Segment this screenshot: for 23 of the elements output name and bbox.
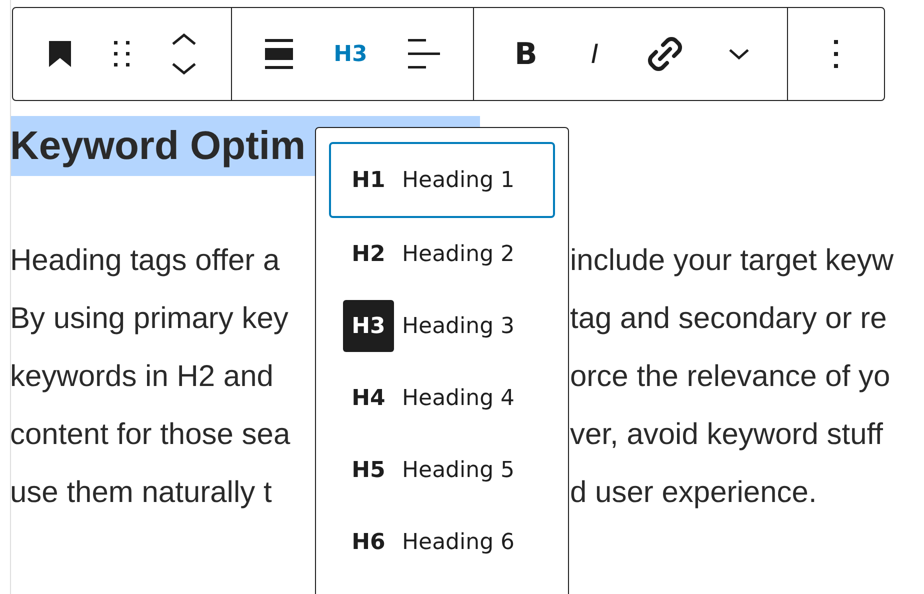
- move-up-down-icon[interactable]: [171, 32, 197, 76]
- paragraph-text: By using primary key: [10, 302, 288, 335]
- paragraph-text: use them naturally t: [10, 476, 272, 509]
- italic-button[interactable]: I: [586, 34, 602, 74]
- chevron-down-icon[interactable]: [728, 47, 750, 61]
- paragraph-text: tag and secondary or re: [570, 301, 887, 337]
- heading-text: Keyword Optim: [10, 124, 306, 168]
- link-icon[interactable]: [647, 36, 684, 72]
- align-left-icon[interactable]: [407, 38, 442, 70]
- heading-level-button[interactable]: H3: [330, 38, 372, 70]
- paragraph-text: content for those sea: [10, 418, 290, 451]
- paragraph-text: d user experience.: [570, 475, 817, 511]
- paragraph-text: orce the relevance of yo: [570, 359, 890, 395]
- paragraph-text: keywords in H2 and: [10, 360, 274, 393]
- paragraph-text: ver, avoid keyword stuff: [570, 417, 883, 453]
- heading-menu-item[interactable]: H1 Heading 1: [329, 142, 555, 218]
- paragraph-text: include your target keyw: [570, 243, 894, 279]
- drag-handle-icon[interactable]: [113, 40, 131, 68]
- full-width-align-icon[interactable]: [264, 38, 294, 70]
- bold-button[interactable]: B: [510, 32, 542, 76]
- bookmark-icon[interactable]: [47, 39, 73, 69]
- more-options-icon[interactable]: [833, 39, 839, 69]
- paragraph-text: Heading tags offer a: [10, 244, 280, 277]
